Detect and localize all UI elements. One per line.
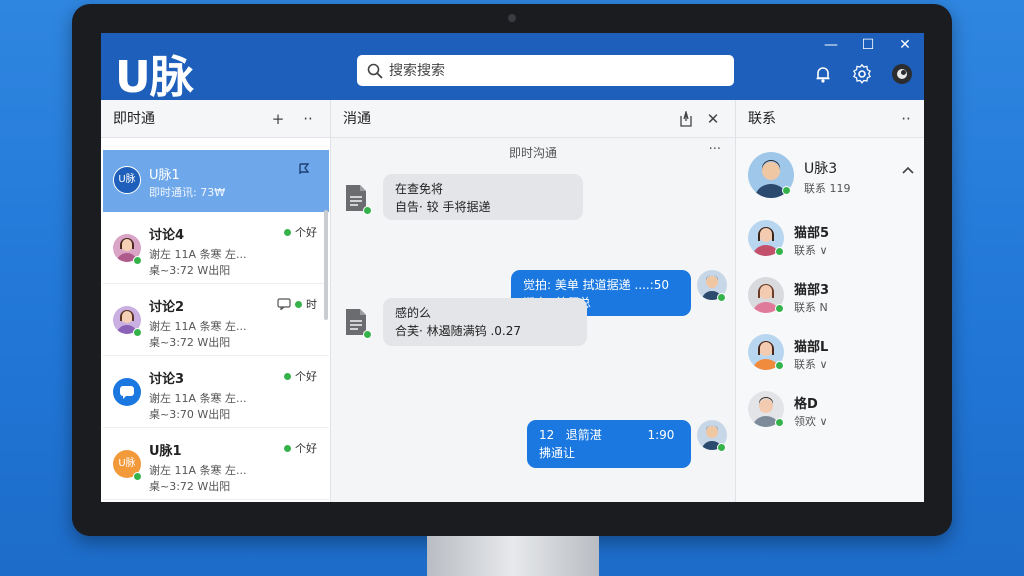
online-indicator	[717, 293, 726, 302]
online-indicator	[717, 443, 726, 452]
conversation-name: 讨论4	[149, 228, 185, 243]
bell-icon[interactable]	[812, 63, 834, 85]
conversation-item[interactable]: 讨论3 谢左 11A 条寒 左... 桌~3:70 W出阳 个好	[103, 356, 329, 428]
conversation-item-u1[interactable]: U脉 U脉1 即时通讯: 73₩	[103, 150, 329, 212]
online-indicator	[133, 256, 142, 265]
contacts-more-button[interactable]: ··	[896, 100, 916, 138]
conversation-name: 讨论2	[149, 300, 185, 315]
comment-icon	[277, 298, 291, 310]
app-window: U脉 — ☐ ✕ 即时通 + ··	[101, 33, 924, 502]
maximize-button[interactable]: ☐	[856, 37, 880, 53]
webcam	[508, 14, 516, 22]
share-icon[interactable]	[679, 111, 693, 127]
conversation-time: 桌~3:72 W出阳	[149, 480, 231, 493]
top-bar: U脉 — ☐ ✕	[101, 33, 924, 103]
gear-icon[interactable]	[851, 63, 873, 85]
conversation-preview: 谢左 11A 条寒 左...	[149, 248, 247, 261]
add-conversation-button[interactable]: +	[268, 100, 288, 138]
online-indicator	[775, 247, 784, 256]
thread-title: 即时沟通	[508, 146, 557, 160]
online-indicator	[775, 418, 784, 427]
conversation-preview: 谢左 11A 条寒 左...	[149, 392, 247, 405]
conversation-preview: 即时通讯: 73₩	[149, 186, 226, 199]
message-bubble-incoming: 在查免将 自告· 较 手将据递	[383, 174, 583, 220]
search-icon	[367, 63, 383, 78]
message-bubble-outgoing: 12 退箭湛 1:90 拂通让	[527, 420, 691, 468]
conversation-panel-header: 即时通 + ··	[101, 100, 330, 138]
conversation-preview: 谢左 11A 条寒 左...	[149, 464, 247, 477]
featured-contact[interactable]: U脉3 联系 119	[748, 152, 918, 202]
online-indicator	[782, 186, 791, 195]
close-chat-button[interactable]: ✕	[703, 100, 723, 138]
contact-item[interactable]: 猫部3 联系 N	[748, 277, 918, 325]
contact-status: 联系 ∨	[794, 358, 828, 371]
contacts-panel: 联系 ·· U脉3 联系 119 猫部5 联系 ∨ 猫部3 联系 N 猫部L 联…	[736, 100, 924, 502]
conversation-name: U脉1	[149, 168, 180, 183]
message-bubble-incoming: 感的么 合芙· 林遏随满钨 .0.27	[383, 298, 587, 346]
conversation-time: 桌~3:72 W出阳	[149, 336, 231, 349]
pin-icon[interactable]	[297, 162, 313, 176]
user-avatar-icon[interactable]	[891, 63, 913, 85]
avatar: U脉	[113, 166, 141, 194]
online-indicator	[775, 361, 784, 370]
status-badge: 时	[277, 296, 317, 312]
conversation-more-button[interactable]: ··	[298, 100, 318, 138]
conversation-name: 讨论3	[149, 372, 185, 387]
conversation-scrollbar[interactable]	[324, 210, 328, 320]
contacts-panel-title: 联系	[748, 111, 776, 127]
online-indicator	[133, 328, 142, 337]
status-badge: 个好	[284, 224, 317, 240]
conversation-item[interactable]: 讨论2 谢左 11A 条寒 左... 桌~3:72 W出阳 时	[103, 284, 329, 356]
chevron-up-icon[interactable]	[902, 166, 914, 174]
contact-item[interactable]: 猫部L 联系 ∨	[748, 334, 918, 382]
conversation-name: U脉1	[149, 444, 182, 459]
contact-status: 联系 N	[794, 301, 828, 314]
status-badge: 个好	[284, 440, 317, 456]
conversation-item[interactable]: U脉 U脉1 谢左 11A 条寒 左... 桌~3:72 W出阳 个好	[103, 428, 329, 500]
contact-name: 猫部L	[794, 340, 829, 355]
minimize-button[interactable]: —	[819, 37, 843, 53]
chat-icon	[120, 386, 134, 399]
online-indicator	[775, 304, 784, 313]
online-indicator	[363, 206, 372, 215]
close-window-button[interactable]: ✕	[893, 37, 917, 53]
contact-status: 领欢 ∨	[794, 415, 828, 428]
contact-name: 猫部5	[794, 226, 830, 241]
contact-item[interactable]: 格D 领欢 ∨	[748, 391, 918, 439]
online-indicator	[363, 330, 372, 339]
app-logo: U脉	[115, 52, 194, 103]
contact-status: 联系 ∨	[794, 244, 828, 257]
conversation-item[interactable]: 讨论4 谢左 11A 条寒 左... 桌~3:72 W出阳 个好	[103, 212, 329, 284]
conversation-time: 桌~3:72 W出阳	[149, 264, 231, 277]
thread-more-button[interactable]: ···	[709, 142, 721, 157]
contact-item[interactable]: 猫部5 联系 ∨	[748, 220, 918, 268]
conversation-time: 桌~3:70 W出阳	[149, 408, 231, 421]
status-badge: 个好	[284, 368, 317, 384]
contact-name: U脉3	[804, 161, 838, 177]
message-panel: 消通 ✕ 即时沟通 ··· 在查免将 自告· 较 手将据递 觉拍: 美单 拭道据…	[331, 100, 736, 502]
contact-status: 联系 119	[804, 182, 851, 195]
conversation-panel: 即时通 + ·· U脉 U脉1 即时通讯: 73₩ 讨论4 谢左 11A 条寒 …	[101, 100, 331, 502]
avatar	[113, 378, 141, 406]
monitor-stand	[427, 536, 599, 576]
contacts-panel-header: 联系 ··	[736, 100, 924, 138]
contact-name: 猫部3	[794, 283, 830, 298]
search-box[interactable]	[357, 55, 734, 86]
conversation-panel-title: 即时通	[113, 111, 155, 127]
message-panel-title: 消通	[343, 111, 371, 127]
search-input[interactable]	[389, 62, 709, 79]
online-indicator	[133, 472, 142, 481]
message-panel-header: 消通 ✕	[331, 100, 735, 138]
conversation-preview: 谢左 11A 条寒 左...	[149, 320, 247, 333]
contact-name: 格D	[794, 397, 818, 412]
